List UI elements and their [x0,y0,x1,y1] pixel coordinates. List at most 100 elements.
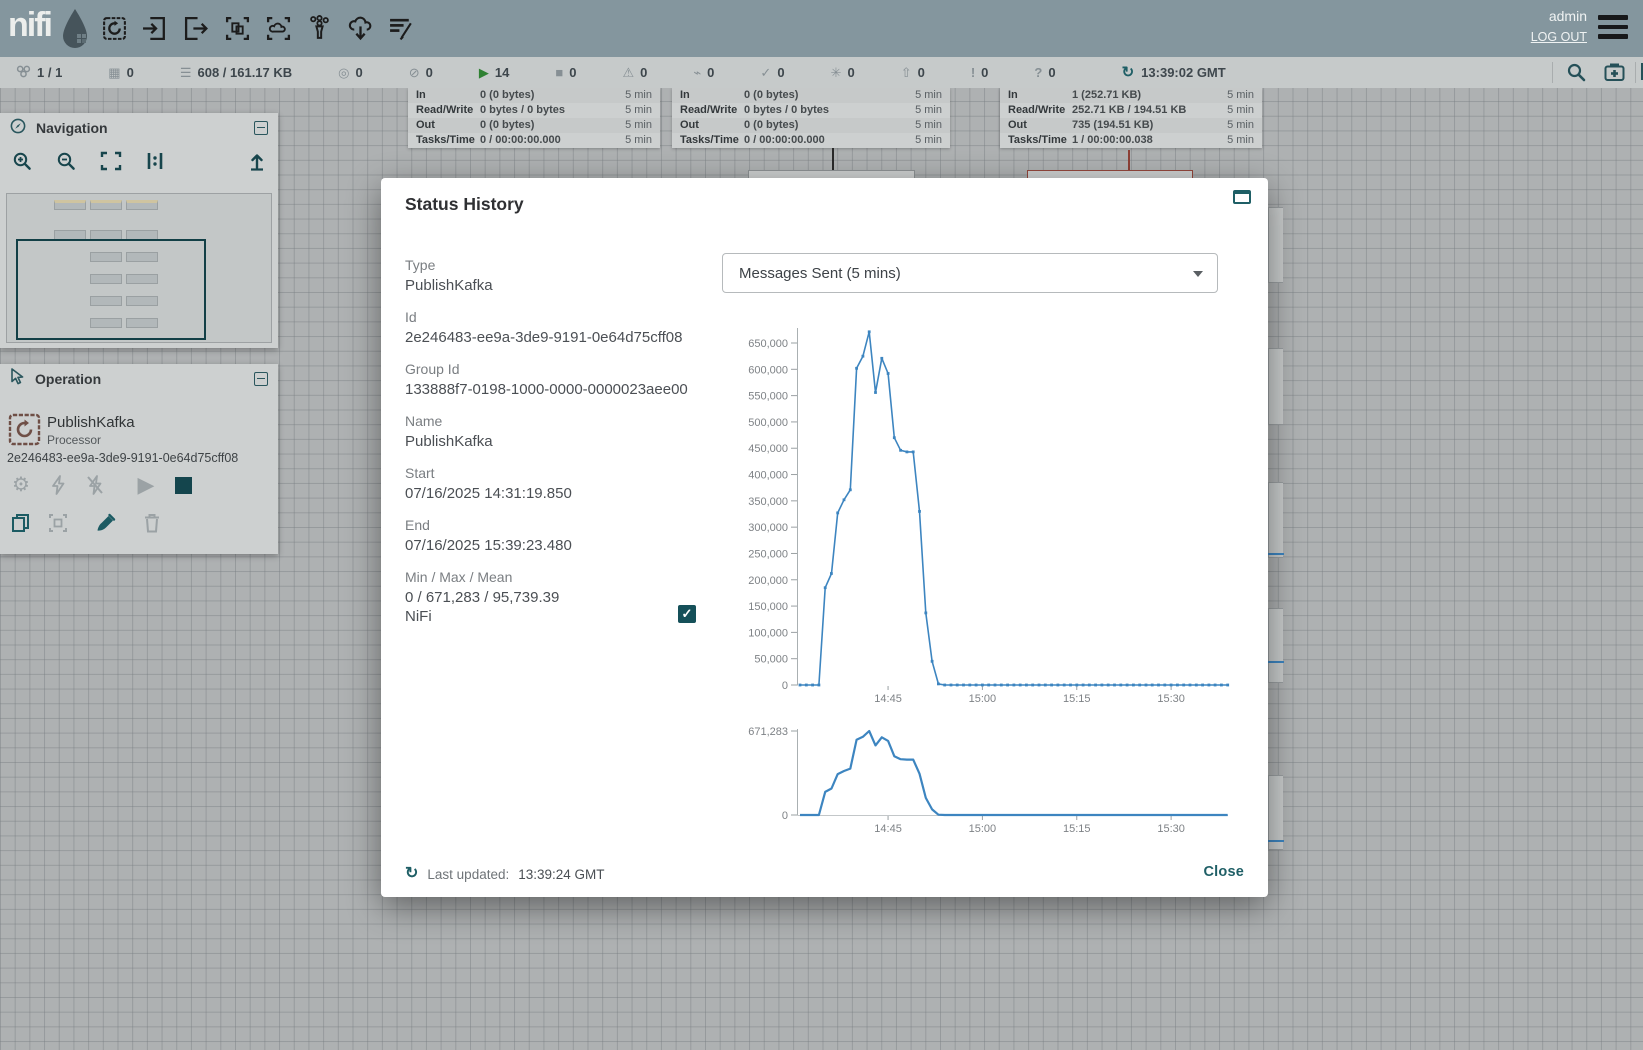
zoom-out-button[interactable] [56,151,76,171]
close-button[interactable]: Close [1204,864,1245,880]
stop-button[interactable] [172,474,194,496]
stats-row: Out735 (194.51 KB)5 min [1000,118,1262,133]
svg-text:650,000: 650,000 [748,338,788,350]
refresh-icon[interactable]: ↻ [405,866,418,882]
field-end: End07/16/2025 15:39:23.480 [405,516,705,556]
status-count: 0 [1048,65,1055,80]
field-label: Name [405,412,705,430]
disable-button[interactable] [84,474,106,496]
zoom-actual-button[interactable] [146,151,164,171]
go-to-parent-button[interactable] [248,151,266,171]
remote-process-group-icon[interactable] [264,13,292,43]
navigation-title: Navigation [36,120,108,136]
stats-row: Tasks/Time1 / 00:00:00.0385 min [1000,133,1262,148]
field-group-id: Group Id133888f7-0198-1000-0000-0000023a… [405,360,705,400]
current-user: admin [1531,7,1587,25]
status-history-overview-chart[interactable]: 671,283014:4515:0015:1515:30 [730,720,1250,840]
stats-row: In0 (0 bytes)5 min [408,88,660,103]
component-sparkline [1268,840,1284,842]
status-count: 0 [569,65,576,80]
field-name: NamePublishKafka [405,412,705,452]
svg-text:15:15: 15:15 [1063,693,1091,705]
field-value: 07/16/2025 15:39:23.480 [405,536,705,556]
status-history-dialog: Status History TypePublishKafkaId2e24648… [381,178,1268,897]
nifi-app: In0 (0 bytes)5 minRead/Write0 bytes / 0 … [0,0,1643,1050]
operation-title: Operation [35,371,101,387]
status-invalid-item: ⚠0 [622,65,647,80]
process-group-icon[interactable] [223,13,251,43]
svg-text:200,000: 200,000 [748,575,788,587]
stats-row: Tasks/Time0 / 00:00:00.0005 min [672,133,950,148]
minimap-viewport[interactable] [16,239,206,340]
process-group-stats: In0 (0 bytes)5 minRead/Write0 bytes / 0 … [672,88,950,148]
svg-text:500,000: 500,000 [748,417,788,429]
minimap-component [90,200,122,210]
maximize-dialog-icon[interactable] [1233,190,1251,204]
funnel-icon[interactable] [305,13,333,43]
global-menu-icon[interactable] [1598,15,1628,41]
svg-text:550,000: 550,000 [748,391,788,403]
navigation-header: Navigation [0,113,278,143]
metric-select[interactable]: Messages Sent (5 mins) [722,253,1218,293]
selected-component-id: 2e246483-ee9a-3de9-9191-0e64d75cff08 [7,451,238,465]
app-header: nifi admin LOG OUT [0,0,1643,57]
nifi-logo: nifi [8,6,51,45]
output-port-icon[interactable] [182,13,210,43]
enable-button[interactable] [47,474,69,496]
collapse-navigation-button[interactable] [254,121,268,135]
status-count: 0 [847,65,854,80]
transmitting-icon: ◎ [338,66,349,79]
series-visibility-checkbox[interactable]: ✓ [678,605,696,623]
status-count: 0 [707,65,714,80]
svg-text:100,000: 100,000 [748,627,788,639]
svg-text:600,000: 600,000 [748,364,788,376]
status-disabled-item: ⌁0 [693,65,714,80]
last-updated-label: Last updated: [427,867,509,882]
field-label: Id [405,308,705,326]
configure-button[interactable]: ⚙ [10,474,32,496]
grid-icon: ▦ [108,66,120,79]
dialog-title: Status History [405,194,524,215]
user-block: admin LOG OUT [1531,7,1587,46]
queue-icon: ☰ [180,66,192,79]
status-queue-item: ☰608 / 161.17 KB [180,65,292,80]
zoom-in-button[interactable] [12,151,32,171]
up-to-date-icon: ✓ [760,66,771,79]
copy-button[interactable] [10,512,32,534]
component-sparkline [1268,661,1284,663]
selected-component-type: Processor [47,433,101,447]
component-toolbar [100,13,415,43]
series-legend-label: NiFi [405,608,432,625]
stats-row: Out0 (0 bytes)5 min [408,118,660,133]
stats-row: Read/Write252.71 KB / 194.51 KB5 min [1000,103,1262,118]
label-icon[interactable] [387,13,415,43]
medkit-icon[interactable] [1604,62,1625,85]
selected-component-name: PublishKafka [47,414,135,431]
collapse-operation-button[interactable] [254,372,268,386]
input-port-icon[interactable] [141,13,169,43]
processor-icon[interactable] [100,13,128,43]
change-color-button[interactable] [94,512,116,534]
refresh-icon[interactable]: ↻ [1122,66,1135,80]
stats-row: Out0 (0 bytes)5 min [672,118,950,133]
search-icon[interactable] [1566,62,1586,85]
group-button[interactable] [47,512,69,534]
zoom-fit-button[interactable] [100,151,122,171]
canvas-component [1268,207,1283,283]
status-count: 0 [426,65,433,80]
stats-row: Read/Write0 bytes / 0 bytes5 min [408,103,660,118]
start-button[interactable]: ▶ [135,474,157,496]
connection-label [748,170,915,178]
logout-link[interactable]: LOG OUT [1531,28,1587,46]
processor-stamp-icon [8,413,41,451]
navigation-toolbar [0,143,278,177]
svg-text:15:30: 15:30 [1157,693,1185,705]
field-value: PublishKafka [405,276,705,296]
minimap-component [126,200,158,210]
navigation-minimap[interactable] [6,193,272,343]
delete-button[interactable] [141,512,163,534]
status-cluster-item: 1 / 1 [16,65,62,80]
canvas-component [1268,482,1283,558]
download-flow-icon[interactable] [346,13,374,43]
metric-select-value: Messages Sent (5 mins) [739,254,901,294]
